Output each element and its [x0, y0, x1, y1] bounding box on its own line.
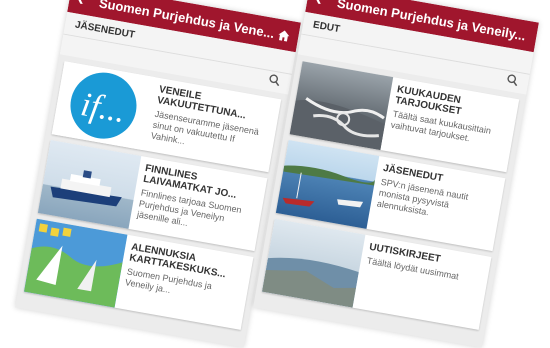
svg-text:if...: if... [78, 86, 128, 130]
coast-image [261, 218, 366, 308]
right-phone-screen: ‹ Suomen Purjehdus ja Veneily... EDUT KU… [253, 0, 539, 348]
sea-chart-image [23, 218, 128, 308]
ferry-image [37, 139, 142, 229]
sailboat-rope-image [289, 61, 394, 151]
if-logo: if... [51, 61, 156, 151]
search-icon[interactable] [505, 72, 520, 92]
boats-harbor-image [275, 139, 380, 229]
home-icon[interactable] [275, 27, 291, 43]
search-icon[interactable] [267, 72, 282, 92]
